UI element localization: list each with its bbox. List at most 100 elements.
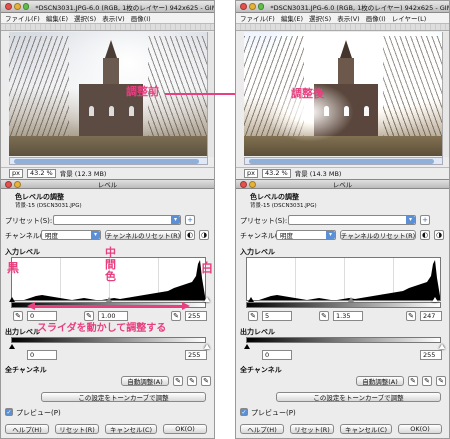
dialog-titlebar: レベル — [1, 179, 214, 189]
output-high-input[interactable]: 255 — [185, 350, 207, 360]
close-icon[interactable] — [5, 3, 12, 10]
black-input[interactable]: 5 — [262, 311, 292, 321]
input-levels-label: 入力レベル — [240, 248, 275, 256]
ok-button[interactable]: OK(O) — [163, 424, 207, 434]
menubar: ファイル(F) 編集(E) 選択(S) 表示(V) 画像(I) レイヤー(L) — [236, 13, 449, 24]
output-levels-label: 出力レベル — [5, 328, 40, 336]
white-picker-icon[interactable]: ✎ — [406, 311, 416, 321]
right-screenshot: *DSCN3031.JPG-6.0 (RGB, 1枚のレイヤー) 942x625… — [235, 0, 450, 439]
output-levels-label: 出力レベル — [240, 328, 275, 336]
statusbar: px 43.2 % 背景 (14.3 MB) — [236, 167, 449, 178]
minimize-icon[interactable] — [248, 3, 256, 10]
statusbar: px 43.2 % 背景 (12.3 MB) — [1, 167, 214, 178]
help-button[interactable]: ヘルプ(H) — [5, 424, 49, 434]
window-title: *DSCN3031.JPG-6.0 (RGB, 1枚のレイヤー) 942x625… — [270, 3, 449, 12]
all-channels-label: 全チャンネル — [5, 366, 47, 374]
menubar: ファイル(F) 編集(E) 選択(S) 表示(V) 画像(I) — [1, 13, 214, 24]
menu-select[interactable]: 選択(S) — [74, 13, 96, 23]
help-button[interactable]: ヘルプ(H) — [240, 424, 284, 434]
output-gradient — [11, 337, 206, 343]
output-black-slider[interactable] — [244, 344, 250, 349]
add-preset-icon[interactable]: + — [420, 215, 430, 225]
white-input[interactable]: 247 — [420, 311, 442, 321]
preset-combo[interactable]: ▾ — [53, 215, 181, 225]
preset-label: プリセット(S): — [5, 217, 53, 225]
preset-combo[interactable]: ▾ — [288, 215, 416, 225]
white-picker-icon[interactable]: ✎ — [436, 376, 446, 386]
menu-select[interactable]: 選択(S) — [309, 13, 331, 23]
white-slider[interactable] — [432, 297, 438, 302]
output-black-slider[interactable] — [9, 344, 15, 349]
menu-image[interactable]: 画像(I) — [366, 13, 386, 23]
black-picker-icon[interactable]: ✎ — [408, 376, 418, 386]
black-slider[interactable] — [248, 297, 254, 302]
gray-picker-icon[interactable]: ✎ — [187, 376, 197, 386]
edit-curves-button[interactable]: この設定をトーンカーブで調整 — [41, 392, 206, 402]
edit-curves-button[interactable]: この設定をトーンカーブで調整 — [276, 392, 441, 402]
channel-combo[interactable]: 明度 ▾ — [276, 230, 336, 240]
output-white-slider[interactable] — [204, 344, 210, 349]
menu-file[interactable]: ファイル(F) — [5, 13, 40, 23]
output-high-input[interactable]: 255 — [420, 350, 442, 360]
reset-button[interactable]: リセット(R) — [55, 424, 99, 434]
dialog-title: レベル — [97, 181, 118, 189]
menu-view[interactable]: 表示(V) — [337, 13, 360, 23]
preview-label: プレビュー(P) — [251, 409, 296, 417]
black-picker-icon[interactable]: ✎ — [248, 311, 258, 321]
log-histogram-icon[interactable]: ◑ — [434, 230, 444, 240]
gray-picker-icon[interactable]: ✎ — [319, 311, 329, 321]
linear-histogram-icon[interactable]: ◐ — [185, 230, 195, 240]
minimize-icon[interactable] — [13, 3, 21, 10]
white-picker-icon[interactable]: ✎ — [201, 376, 211, 386]
cancel-button[interactable]: キャンセル(C) — [340, 424, 392, 434]
reset-button[interactable]: リセット(R) — [290, 424, 334, 434]
dialog-subheader: 背景-15 (DSCN3031.JPG) — [250, 203, 317, 209]
log-histogram-icon[interactable]: ◑ — [199, 230, 209, 240]
histogram — [246, 257, 441, 301]
channel-combo[interactable]: 明度 ▾ — [41, 230, 101, 240]
reset-channel-button[interactable]: チャンネルのリセット(R) — [340, 230, 416, 240]
annotation-middle: 中間色 — [105, 246, 116, 283]
output-low-input[interactable]: 0 — [262, 350, 292, 360]
ruler — [236, 24, 449, 31]
cancel-button[interactable]: キャンセル(C) — [105, 424, 157, 434]
menu-view[interactable]: 表示(V) — [102, 13, 125, 23]
zoom-icon[interactable] — [257, 3, 265, 10]
left-screenshot: *DSCN3031.JPG-6.0 (RGB, 1枚のレイヤー) 942x625… — [0, 0, 215, 439]
linear-histogram-icon[interactable]: ◐ — [420, 230, 430, 240]
gray-slider[interactable] — [348, 297, 354, 302]
unit-select[interactable]: px — [244, 168, 258, 178]
annotation-black: 黒 — [7, 261, 20, 275]
menu-file[interactable]: ファイル(F) — [240, 13, 275, 23]
annotation-white: 白 — [201, 261, 214, 275]
zoom-select[interactable]: 43.2 % — [26, 168, 56, 178]
menu-edit[interactable]: 編集(E) — [281, 13, 303, 23]
menu-layer[interactable]: レイヤー(L) — [392, 13, 427, 23]
reset-channel-button[interactable]: チャンネルのリセット(R) — [105, 230, 181, 240]
all-channels-label: 全チャンネル — [240, 366, 282, 374]
black-picker-icon[interactable]: ✎ — [173, 376, 183, 386]
gamma-input[interactable]: 1.35 — [333, 311, 363, 321]
preview-checkbox[interactable]: ✓ — [240, 408, 248, 416]
double-arrow — [27, 302, 190, 310]
ruler — [1, 24, 214, 31]
ok-button[interactable]: OK(O) — [398, 424, 442, 434]
auto-button[interactable]: 自動調整(A) — [121, 376, 169, 386]
output-white-slider[interactable] — [439, 344, 445, 349]
preview-checkbox[interactable]: ✓ — [5, 408, 13, 416]
menu-edit[interactable]: 編集(E) — [46, 13, 68, 23]
vertical-scrollbar[interactable] — [442, 32, 449, 157]
close-icon[interactable] — [240, 3, 247, 10]
output-low-input[interactable]: 0 — [27, 350, 57, 360]
zoom-icon[interactable] — [22, 3, 30, 10]
input-gradient — [246, 302, 441, 308]
annotation-after: 調整後 — [291, 87, 324, 100]
gray-picker-icon[interactable]: ✎ — [422, 376, 432, 386]
unit-select[interactable]: px — [9, 168, 23, 178]
menu-image[interactable]: 画像(I) — [131, 13, 151, 23]
horizontal-scrollbar[interactable] — [244, 157, 443, 165]
zoom-select[interactable]: 43.2 % — [261, 168, 291, 178]
auto-button[interactable]: 自動調整(A) — [356, 376, 404, 386]
horizontal-scrollbar[interactable] — [9, 157, 208, 165]
add-preset-icon[interactable]: + — [185, 215, 195, 225]
